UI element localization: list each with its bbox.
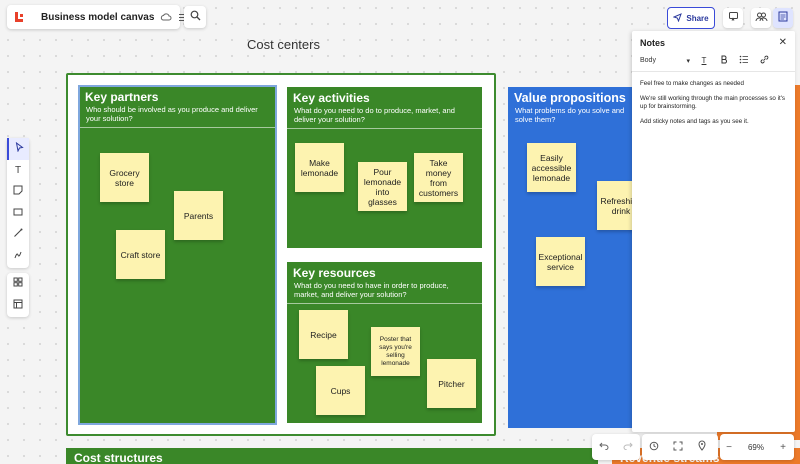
expand-icon (673, 441, 683, 454)
key-activities-title: Key activities (293, 91, 370, 105)
caret-down-icon: ▾ (686, 57, 690, 65)
sticky-note[interactable]: Make lemonade (295, 143, 344, 192)
sticky-note-tool[interactable] (7, 181, 29, 203)
key-partners-subtitle: Who should be involved as you produce an… (86, 105, 258, 123)
sticky-note[interactable]: Pour lemonade into glasses (358, 162, 407, 211)
sticky-note[interactable]: Pitcher (427, 359, 476, 408)
key-resources-subtitle: What do you need to have in order to pro… (294, 281, 449, 299)
sticky-note-icon (13, 185, 23, 198)
sticky-note[interactable]: Easily accessible lemonade (527, 143, 576, 192)
zoom-in-button[interactable]: + (774, 434, 792, 460)
notes-title: Notes (640, 37, 666, 48)
zoom-out-button[interactable]: − (720, 434, 738, 460)
key-partners-title: Key partners (85, 90, 159, 104)
notes-header: Notes ✕ (632, 31, 795, 52)
redo-button[interactable] (616, 434, 640, 460)
comments-button[interactable] (723, 8, 743, 28)
share-button[interactable]: Share (667, 7, 715, 29)
comment-icon (728, 9, 739, 27)
people-icon (755, 9, 768, 27)
draw-tool[interactable] (7, 246, 29, 268)
divider (287, 303, 482, 304)
location-button[interactable] (690, 434, 714, 460)
value-propositions-title: Value propositions (514, 91, 626, 105)
location-pin-icon (698, 440, 706, 454)
send-icon (672, 12, 683, 24)
sticky-note[interactable]: Exceptional service (536, 237, 585, 286)
cloud-saved-icon[interactable] (160, 9, 172, 25)
link-icon[interactable] (758, 55, 770, 66)
document-toolbar: Business model canvas (7, 5, 188, 29)
extra-tools-panel (7, 273, 29, 317)
select-tool[interactable] (7, 138, 29, 160)
key-partners-card[interactable]: Key partners Who should be involved as y… (78, 85, 277, 425)
bold-icon[interactable] (718, 55, 730, 66)
key-resources-title: Key resources (293, 266, 376, 280)
history-icon (649, 441, 659, 454)
notes-toggle-button[interactable] (773, 8, 793, 28)
bullet-list-icon[interactable] (738, 55, 750, 66)
cost-centers-heading[interactable]: Cost centers (247, 37, 320, 52)
sticky-note[interactable]: Cups (316, 366, 365, 415)
notes-paragraph: We're still working through the main pro… (640, 95, 785, 110)
sticky-note[interactable]: Grocery store (100, 153, 149, 202)
notes-paragraph: Add sticky notes and tags as you see it. (640, 118, 749, 125)
tools-panel: T (7, 138, 29, 268)
notes-panel: Notes ✕ Body ▾ T Feel free to make chang… (632, 31, 795, 432)
search-icon (190, 8, 201, 26)
sticky-note[interactable]: Craft store (116, 230, 165, 279)
close-icon[interactable]: ✕ (779, 37, 787, 48)
view-controls (642, 434, 718, 460)
share-label: Share (686, 13, 709, 23)
document-title[interactable]: Business model canvas (41, 12, 154, 23)
line-icon (13, 228, 23, 241)
history-button[interactable] (642, 434, 666, 460)
text-tool[interactable]: T (7, 160, 29, 182)
shape-tool[interactable] (7, 203, 29, 225)
grid-icon (13, 277, 23, 290)
collaborators-button[interactable] (751, 8, 771, 28)
sticky-note[interactable]: Parents (174, 191, 223, 240)
notes-icon (778, 9, 788, 27)
minus-icon: − (726, 441, 732, 453)
notes-paragraph: Feel free to make changes as needed (640, 80, 744, 87)
notes-editor[interactable]: Feel free to make changes as needed We'r… (632, 72, 795, 141)
sticky-note[interactable]: Take money from customers (414, 153, 463, 202)
text-color-icon[interactable]: T (698, 56, 710, 65)
redo-icon (623, 442, 633, 453)
undo-button[interactable] (592, 434, 616, 460)
line-tool[interactable] (7, 224, 29, 246)
table-tool[interactable] (7, 295, 29, 317)
text-style-value: Body (640, 56, 656, 64)
app-logo-icon[interactable] (13, 10, 25, 24)
cost-structures-card[interactable]: Cost structures (66, 448, 598, 464)
table-icon (13, 299, 23, 312)
sticky-note[interactable]: Poster that says you're selling lemonade (371, 327, 420, 376)
zoom-level[interactable]: 69% (738, 443, 774, 452)
text-style-select[interactable]: Body ▾ (640, 57, 690, 65)
value-propositions-subtitle: What problems do you solve and solve the… (515, 106, 625, 124)
search-button[interactable] (184, 6, 206, 28)
cost-structures-title: Cost structures (74, 451, 163, 464)
zoom-controls: − 69% + (720, 434, 794, 460)
key-activities-subtitle: What do you need to do to produce, marke… (294, 106, 455, 124)
divider (287, 128, 482, 129)
rectangle-icon (13, 208, 23, 219)
notes-format-toolbar: Body ▾ T (632, 52, 795, 72)
divider (79, 127, 276, 128)
sticky-note[interactable]: Recipe (299, 310, 348, 359)
undo-icon (599, 442, 609, 453)
plus-icon: + (780, 441, 786, 453)
pen-icon (13, 250, 23, 263)
text-icon: T (14, 164, 22, 176)
pointer-icon (15, 142, 24, 155)
fit-to-screen-button[interactable] (666, 434, 690, 460)
templates-tool[interactable] (7, 273, 29, 295)
undo-redo-controls (592, 434, 640, 460)
